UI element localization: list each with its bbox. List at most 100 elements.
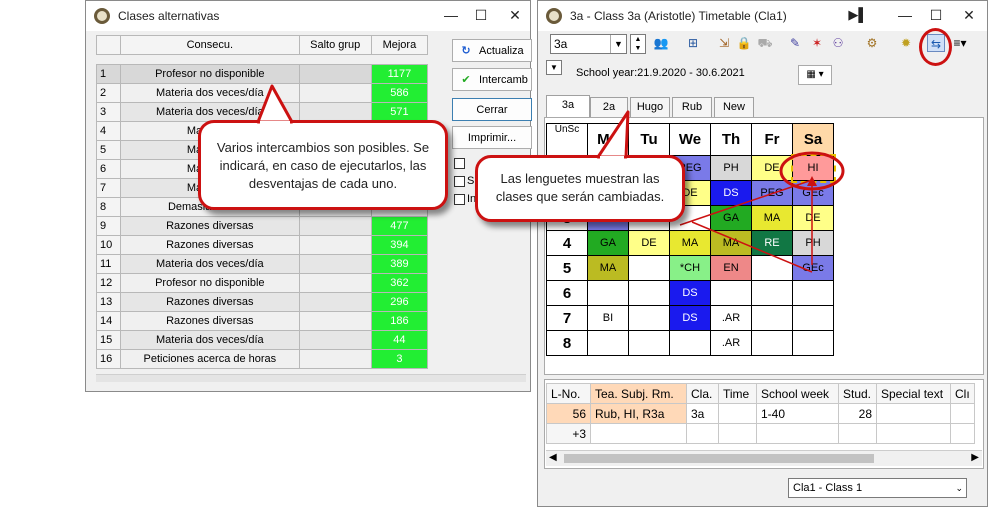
lesson-col-header[interactable]: Tea. Subj. Rm.: [590, 383, 687, 404]
scroll-right-icon[interactable]: ▶: [971, 452, 979, 463]
lesson-cell[interactable]: MA: [587, 255, 629, 281]
teachers-icon[interactable]: 👥: [652, 34, 670, 52]
lesson-cell[interactable]: GEc: [792, 180, 834, 206]
lesson-cell[interactable]: DE: [751, 155, 793, 181]
lesson-cell[interactable]: .AR: [710, 330, 752, 356]
lesson-cell[interactable]: *CH: [669, 255, 711, 281]
grid-icon[interactable]: ⊞: [684, 34, 702, 52]
lesson-cell[interactable]: [587, 330, 629, 356]
lesson-row[interactable]: 56 Rub, HI, R3a 3a 1-40 28: [546, 403, 975, 424]
lesson-col-header[interactable]: School week: [756, 383, 839, 404]
lesson-cell[interactable]: HI: [790, 153, 836, 183]
lesson-cell[interactable]: [751, 305, 793, 331]
tab-3a[interactable]: 3a: [546, 95, 590, 117]
lesson-list-scrollbar[interactable]: ◀ ▶: [546, 450, 982, 466]
lesson-cell[interactable]: [792, 280, 834, 306]
lesson-cell[interactable]: MA: [751, 205, 793, 231]
bottom-format-select[interactable]: Cla1 - Class 1 ⌄: [788, 478, 967, 498]
lesson-cell[interactable]: .AR: [710, 305, 752, 331]
lesson-cell[interactable]: BI: [587, 305, 629, 331]
gear-icon[interactable]: ✹: [897, 34, 915, 52]
minimize-icon[interactable]: —: [436, 1, 466, 31]
expand-dropdown[interactable]: ▼: [546, 60, 562, 75]
lesson-cell[interactable]: EN: [710, 255, 752, 281]
lesson-cell[interactable]: [751, 330, 793, 356]
car-icon[interactable]: ⛟: [756, 34, 774, 52]
table-row[interactable]: 16 Peticiones acerca de horas 3: [95, 349, 429, 369]
lesson-cell[interactable]: [751, 280, 793, 306]
lesson-cell[interactable]: [628, 330, 670, 356]
lesson-cell[interactable]: RE: [751, 230, 793, 256]
option-checkbox-1[interactable]: [454, 158, 465, 169]
print-button[interactable]: Imprimir...: [452, 126, 532, 149]
lesson-cell[interactable]: DE: [792, 205, 834, 231]
option-checkbox-3[interactable]: [454, 194, 465, 205]
col-header-mejora[interactable]: Mejora: [370, 35, 429, 55]
lesson-cell[interactable]: DS: [669, 280, 711, 306]
tab-2a[interactable]: 2a: [590, 97, 628, 117]
close-button[interactable]: Cerrar: [452, 98, 532, 121]
nav-forward-icon[interactable]: ▶▌: [843, 1, 873, 31]
lesson-cell[interactable]: [751, 255, 793, 281]
lesson-cell[interactable]: GA: [710, 205, 752, 231]
table-row[interactable]: 2 Materia dos veces/día 586: [95, 83, 429, 103]
lock-icon[interactable]: 🔒: [735, 34, 753, 52]
list-options-icon[interactable]: ≡▾: [951, 34, 969, 52]
class-select[interactable]: 3a ▼: [550, 34, 627, 54]
lesson-cell[interactable]: MA: [669, 230, 711, 256]
settings-icon[interactable]: ⚙: [863, 34, 881, 52]
people-icon[interactable]: ⚇: [829, 34, 847, 52]
lesson-col-header[interactable]: Clı: [950, 383, 975, 404]
horizontal-scrollbar[interactable]: [96, 374, 526, 382]
lesson-col-header[interactable]: Time: [718, 383, 757, 404]
export-icon[interactable]: ⇲: [715, 34, 733, 52]
lesson-cell[interactable]: [710, 280, 752, 306]
table-row[interactable]: 1 Profesor no disponible 1177: [95, 64, 429, 84]
lesson-cell[interactable]: [628, 305, 670, 331]
lesson-col-header[interactable]: Special text: [876, 383, 951, 404]
lesson-cell[interactable]: GEc: [792, 255, 834, 281]
table-row[interactable]: 13 Razones diversas 296: [95, 292, 429, 312]
maximize-icon[interactable]: ☐: [466, 1, 496, 31]
table-row[interactable]: 9 Razones diversas 477: [95, 216, 429, 236]
lesson-cell[interactable]: DS: [710, 180, 752, 206]
table-row[interactable]: 14 Razones diversas 186: [95, 311, 429, 331]
close-icon[interactable]: ✕: [500, 1, 530, 31]
table-row[interactable]: 3 Materia dos veces/día 571: [95, 102, 429, 122]
scroll-thumb[interactable]: [564, 454, 874, 463]
lesson-cell[interactable]: PH: [792, 230, 834, 256]
lesson-row[interactable]: +3: [546, 423, 975, 444]
lesson-cell[interactable]: MA: [710, 230, 752, 256]
table-row[interactable]: 11 Materia dos veces/día 389: [95, 254, 429, 274]
minimize-icon[interactable]: —: [890, 1, 920, 31]
table-row[interactable]: 15 Materia dos veces/día 44: [95, 330, 429, 350]
edit-icon[interactable]: ✎: [786, 34, 804, 52]
spin-control[interactable]: ▲ ▼: [630, 34, 646, 54]
lesson-col-header[interactable]: Cla.: [686, 383, 719, 404]
update-button[interactable]: ↻ Actualiza: [452, 39, 532, 62]
tab-new[interactable]: New: [714, 97, 754, 117]
lesson-cell[interactable]: [669, 330, 711, 356]
lesson-cell[interactable]: DS: [669, 305, 711, 331]
lesson-cell[interactable]: [792, 305, 834, 331]
lesson-cell[interactable]: PEG: [751, 180, 793, 206]
tab-hugo[interactable]: Hugo: [630, 97, 670, 117]
pin-icon[interactable]: ✶: [808, 34, 826, 52]
calendar-icon[interactable]: ▦ ▾: [798, 65, 832, 85]
col-header-salto[interactable]: Salto grup: [298, 35, 372, 55]
close-icon[interactable]: ✕: [954, 1, 984, 31]
scroll-left-icon[interactable]: ◀: [549, 452, 557, 463]
col-header-consec[interactable]: Consecu.: [120, 35, 300, 55]
lesson-cell[interactable]: GA: [587, 230, 629, 256]
lesson-cell[interactable]: [792, 330, 834, 356]
lesson-col-header[interactable]: L-No.: [546, 383, 591, 404]
table-row[interactable]: 10 Razones diversas 394: [95, 235, 429, 255]
lesson-cell[interactable]: DE: [628, 230, 670, 256]
lesson-col-header[interactable]: Stud.: [838, 383, 877, 404]
lesson-cell[interactable]: [628, 255, 670, 281]
lesson-cell[interactable]: [587, 280, 629, 306]
tab-rub[interactable]: Rub: [672, 97, 712, 117]
lesson-cell[interactable]: [628, 280, 670, 306]
lesson-cell[interactable]: PH: [710, 155, 752, 181]
option-checkbox-2[interactable]: [454, 176, 465, 187]
